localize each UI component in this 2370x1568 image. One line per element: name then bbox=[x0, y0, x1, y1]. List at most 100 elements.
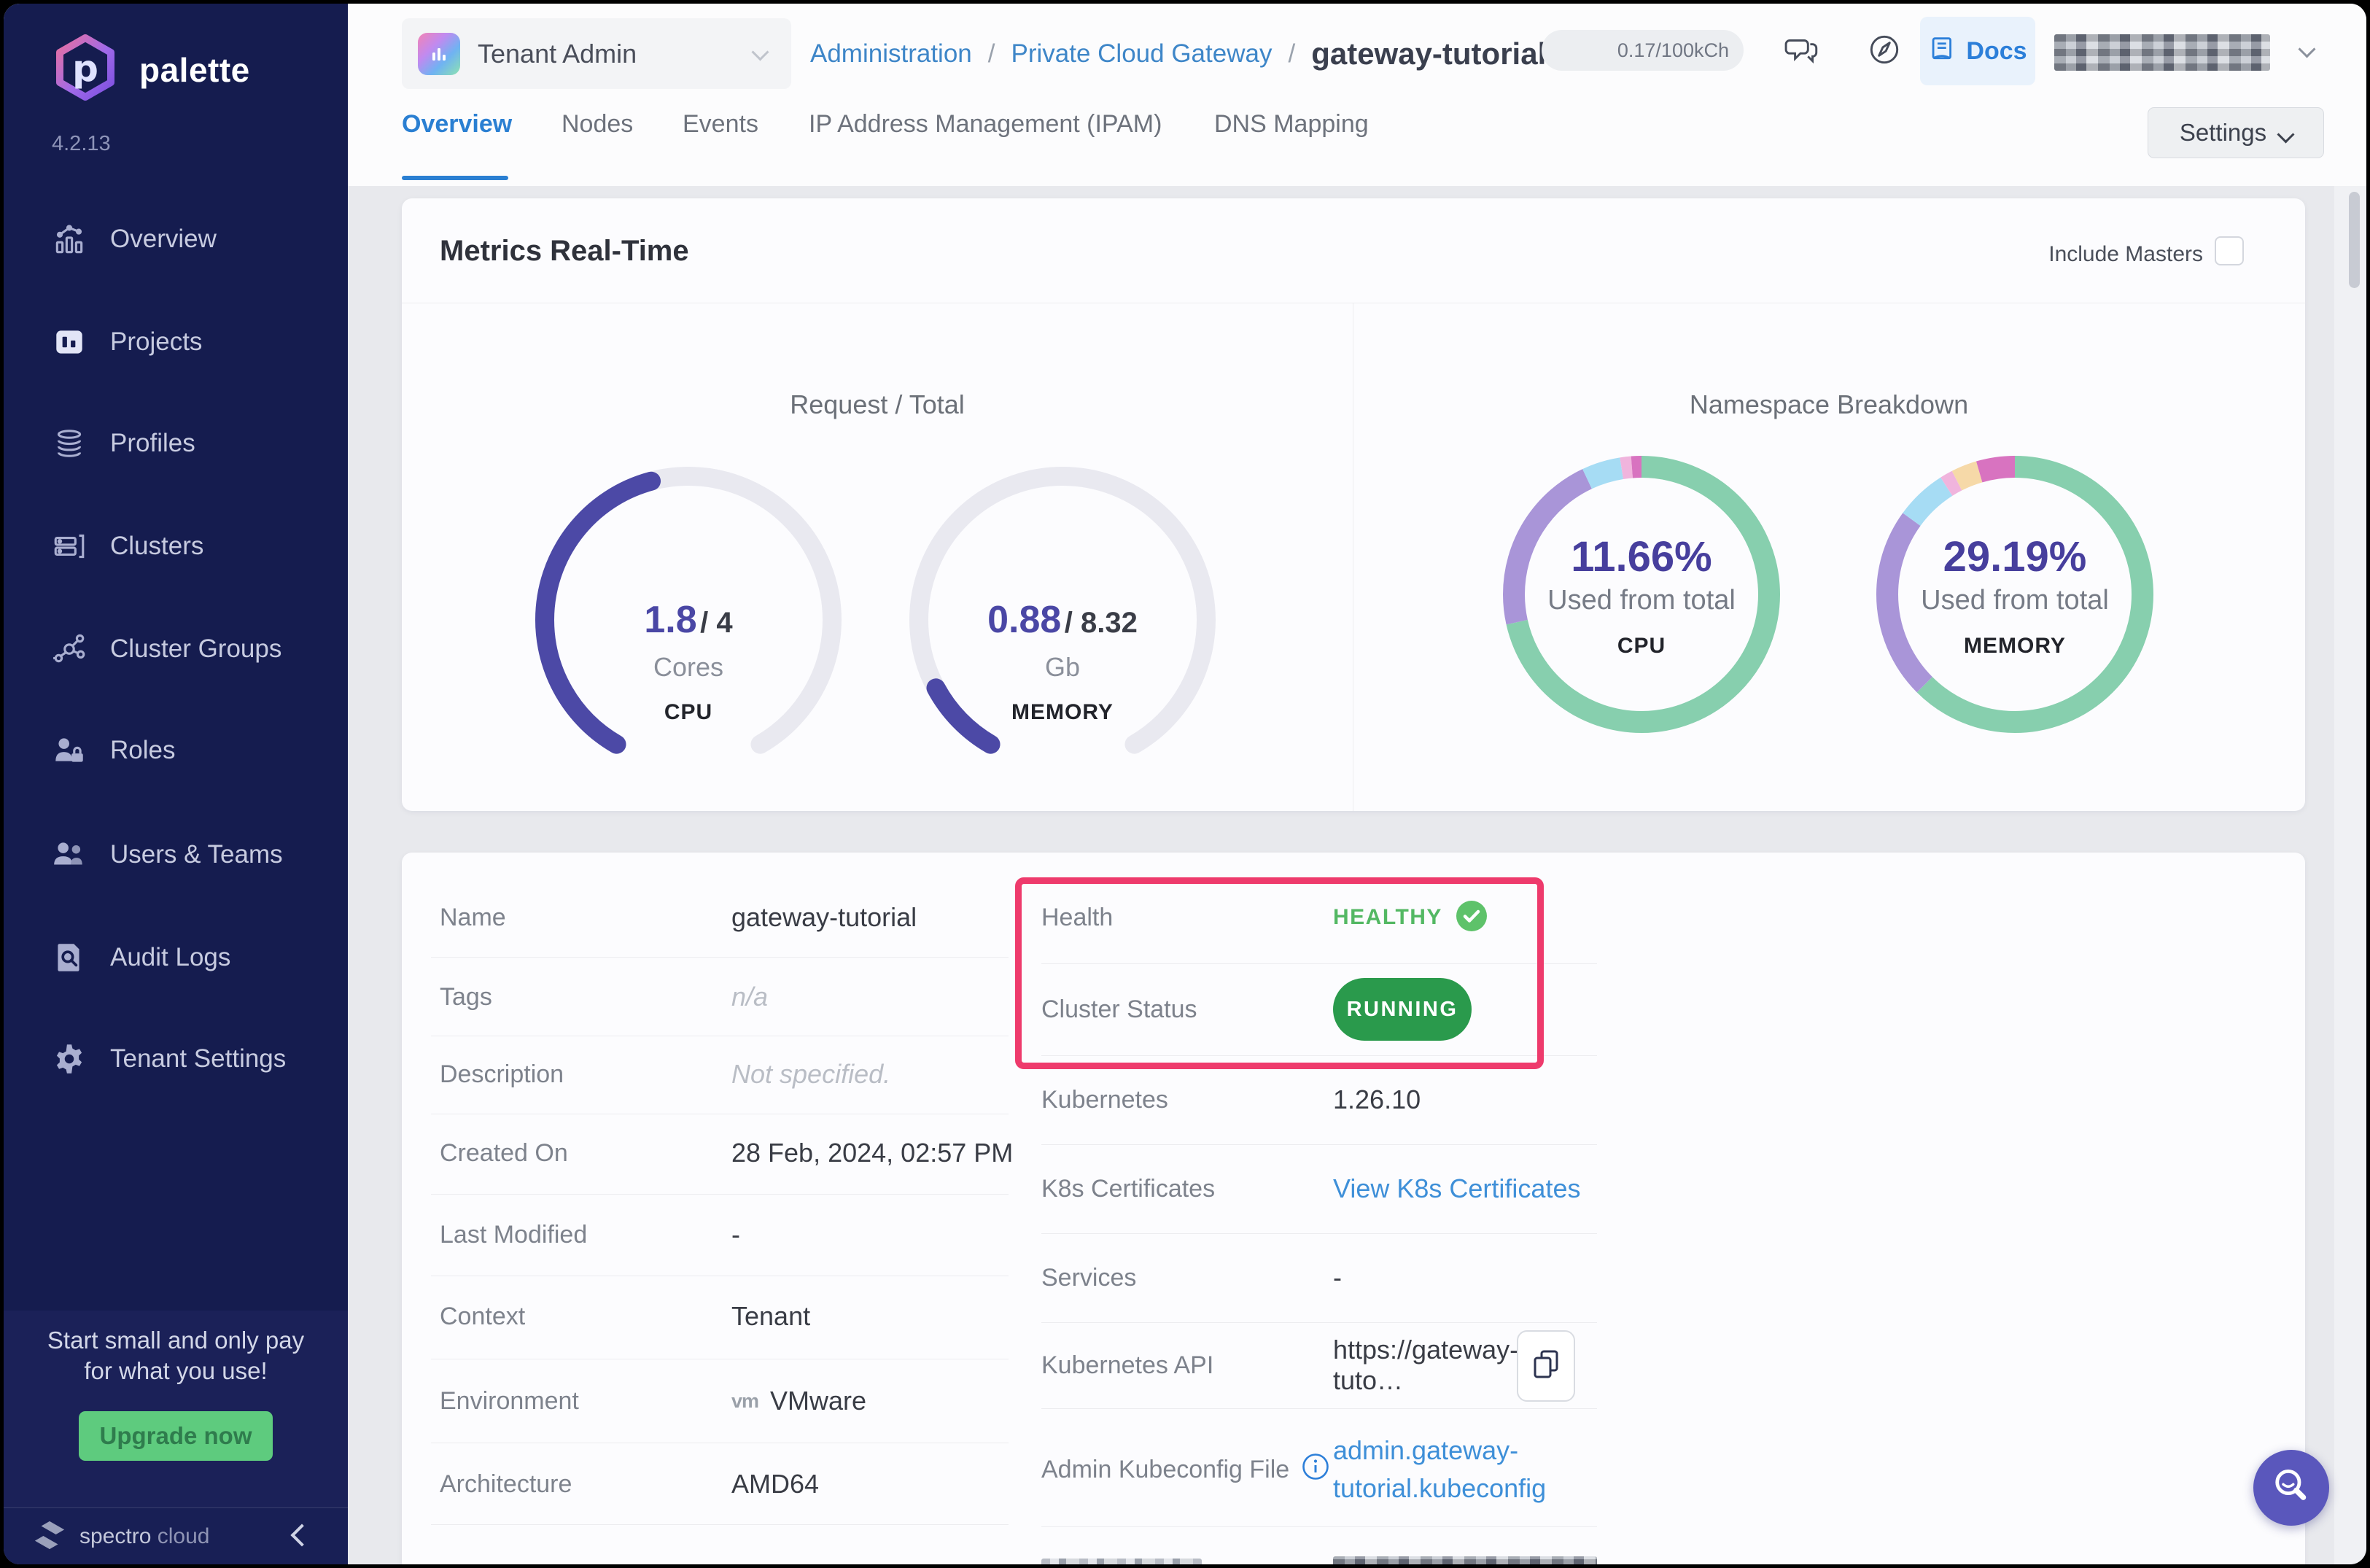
detail-row-tags: Tags n/a bbox=[440, 982, 769, 1012]
sidebar-item-label: Roles bbox=[110, 736, 176, 764]
memory-gauge-value: 0.88 / 8.32 bbox=[987, 599, 1138, 641]
copy-icon bbox=[1531, 1348, 1561, 1385]
chat-icon[interactable] bbox=[1784, 31, 1821, 68]
docs-button[interactable]: Docs bbox=[1920, 17, 2035, 85]
metrics-card: Metrics Real-Time Include Masters Reques… bbox=[402, 198, 2305, 811]
user-menu-chevron-icon[interactable] bbox=[2298, 40, 2316, 59]
palette-logo-icon: p bbox=[50, 33, 120, 106]
tab-dns-mapping[interactable]: DNS Mapping bbox=[1214, 110, 1369, 139]
detail-row-architecture: Architecture AMD64 bbox=[440, 1469, 820, 1499]
status-badge: RUNNING bbox=[1333, 978, 1472, 1041]
breadcrumb-link-administration[interactable]: Administration bbox=[810, 39, 972, 69]
view-k8s-certificates-link[interactable]: View K8s Certificates bbox=[1333, 1173, 1580, 1204]
detail-row-name: Name gateway-tutorial bbox=[440, 902, 917, 932]
include-masters-checkbox[interactable] bbox=[2215, 236, 2244, 265]
sidebar-item-roles[interactable]: Roles bbox=[4, 699, 348, 802]
detail-row-last-modified: Last Modified - bbox=[440, 1219, 740, 1249]
footer-brand-secondary: cloud bbox=[157, 1524, 210, 1548]
tab-overview[interactable]: Overview bbox=[402, 110, 512, 139]
sidebar-item-audit-logs[interactable]: Audit Logs bbox=[4, 907, 348, 1009]
settings-button-label: Settings bbox=[2179, 119, 2267, 146]
user-name-redacted[interactable] bbox=[2054, 34, 2270, 71]
detail-row-created-on: Created On 28 Feb, 2024, 02:57 PM bbox=[440, 1138, 1014, 1168]
scope-selector[interactable]: Tenant Admin bbox=[402, 18, 791, 89]
breadcrumb-separator: / bbox=[1288, 39, 1296, 68]
clipped-label-redacted bbox=[1041, 1558, 1202, 1564]
info-icon[interactable] bbox=[1301, 1452, 1330, 1488]
upgrade-promo: Start small and only pay for what you us… bbox=[4, 1311, 348, 1507]
divider bbox=[1041, 963, 1597, 964]
upgrade-now-button[interactable]: Upgrade now bbox=[79, 1411, 273, 1461]
page-title: gateway-tutorial bbox=[1311, 36, 1547, 71]
sidebar-item-label: Audit Logs bbox=[110, 943, 231, 971]
breadcrumb-link-private-cloud-gateway[interactable]: Private Cloud Gateway bbox=[1011, 39, 1273, 69]
detail-row-kubernetes: Kubernetes 1.26.10 bbox=[1041, 1084, 1421, 1114]
detail-row-health: Health HEALTHY bbox=[1041, 886, 1597, 949]
chevron-down-icon bbox=[751, 42, 769, 62]
sidebar-item-label: Clusters bbox=[110, 532, 204, 560]
version-label: 4.2.13 bbox=[52, 132, 111, 155]
sidebar-item-label: Overview bbox=[110, 225, 217, 253]
sidebar-item-label: Projects bbox=[110, 327, 203, 356]
namespace-breakdown-title: Namespace Breakdown bbox=[1689, 389, 1969, 419]
scrollbar-thumb[interactable] bbox=[2349, 192, 2360, 288]
sidebar-item-clusters[interactable]: Clusters bbox=[4, 495, 348, 597]
divider bbox=[1041, 1408, 1597, 1409]
sidebar-item-profiles[interactable]: Profiles bbox=[4, 392, 348, 494]
memory-gauge-unit: Gb bbox=[1044, 652, 1081, 682]
spectro-cloud-logo-icon bbox=[33, 1518, 66, 1556]
include-masters-label: Include Masters bbox=[2048, 242, 2203, 266]
projects-icon bbox=[50, 323, 88, 361]
sidebar-item-label: Users & Teams bbox=[110, 840, 283, 869]
copy-button[interactable] bbox=[1517, 1330, 1575, 1402]
top-bar: Tenant Admin Administration / Private Cl… bbox=[348, 4, 2366, 186]
divider bbox=[1041, 1526, 1597, 1527]
settings-button[interactable]: Settings bbox=[2148, 107, 2324, 158]
memory-namespace-caption: Used from total bbox=[1921, 585, 2109, 616]
svg-text:p: p bbox=[72, 47, 98, 90]
breadcrumb-separator: / bbox=[987, 39, 995, 68]
tab-events[interactable]: Events bbox=[683, 110, 758, 139]
detail-row-admin-kubeconfig: Admin Kubeconfig File admin.gateway- tut… bbox=[1041, 1426, 1597, 1513]
tab-ipam[interactable]: IP Address Management (IPAM) bbox=[809, 110, 1162, 139]
detail-row-services: Services - bbox=[1041, 1262, 1342, 1292]
search-fab-button[interactable] bbox=[2253, 1450, 2329, 1526]
detail-row-clipped bbox=[1041, 1541, 1597, 1564]
compass-icon[interactable] bbox=[1866, 31, 1903, 68]
cpu-gauge-value: 1.8 / 4 bbox=[644, 599, 733, 641]
memory-namespace-label: MEMORY bbox=[1964, 634, 2066, 658]
cluster-details-card: Name gateway-tutorial Tags n/a Descripti… bbox=[402, 853, 2305, 1564]
network-icon bbox=[50, 630, 88, 668]
sidebar-footer: spectro cloud bbox=[4, 1507, 348, 1564]
brand: p palette bbox=[50, 33, 250, 106]
footer-brand-primary: spectro bbox=[79, 1524, 152, 1548]
admin-kubeconfig-link[interactable]: admin.gateway- tutorial.kubeconfig bbox=[1333, 1432, 1546, 1507]
sidebar: p palette 4.2.13 Overview Projects Profi… bbox=[4, 4, 348, 1564]
sidebar-item-cluster-groups[interactable]: Cluster Groups bbox=[4, 598, 348, 700]
sidebar-item-overview[interactable]: Overview bbox=[4, 188, 348, 290]
memory-namespace-percent: 29.19% bbox=[1943, 533, 2087, 581]
sidebar-item-projects[interactable]: Projects bbox=[4, 291, 348, 393]
bar-chart-icon bbox=[50, 220, 88, 258]
sidebar-item-users-teams[interactable]: Users & Teams bbox=[4, 804, 348, 906]
book-icon bbox=[1928, 35, 1957, 68]
divider bbox=[1041, 1055, 1597, 1056]
sidebar-item-tenant-settings[interactable]: Tenant Settings bbox=[4, 1008, 348, 1110]
sidebar-item-label: Tenant Settings bbox=[110, 1044, 287, 1073]
request-total-title: Request / Total bbox=[790, 389, 965, 419]
cpu-gauge-unit: Cores bbox=[653, 652, 724, 682]
detail-row-environment: Environment vm VMware bbox=[440, 1386, 867, 1416]
divider bbox=[431, 1524, 1009, 1525]
check-circle-icon bbox=[1456, 900, 1488, 936]
divider bbox=[431, 957, 1009, 958]
document-search-icon bbox=[50, 939, 88, 977]
tab-nodes[interactable]: Nodes bbox=[562, 110, 633, 139]
collapse-sidebar-icon[interactable] bbox=[290, 1523, 314, 1547]
detail-row-description: Description Not specified. bbox=[440, 1059, 891, 1089]
cpu-namespace-percent: 11.66% bbox=[1571, 533, 1712, 581]
divider bbox=[431, 1194, 1009, 1195]
layers-icon bbox=[50, 424, 88, 462]
breadcrumb: Administration / Private Cloud Gateway /… bbox=[810, 4, 1546, 104]
detail-row-k8s-certificates: K8s Certificates View K8s Certificates bbox=[1041, 1173, 1581, 1204]
cpu-namespace-caption: Used from total bbox=[1547, 585, 1736, 616]
